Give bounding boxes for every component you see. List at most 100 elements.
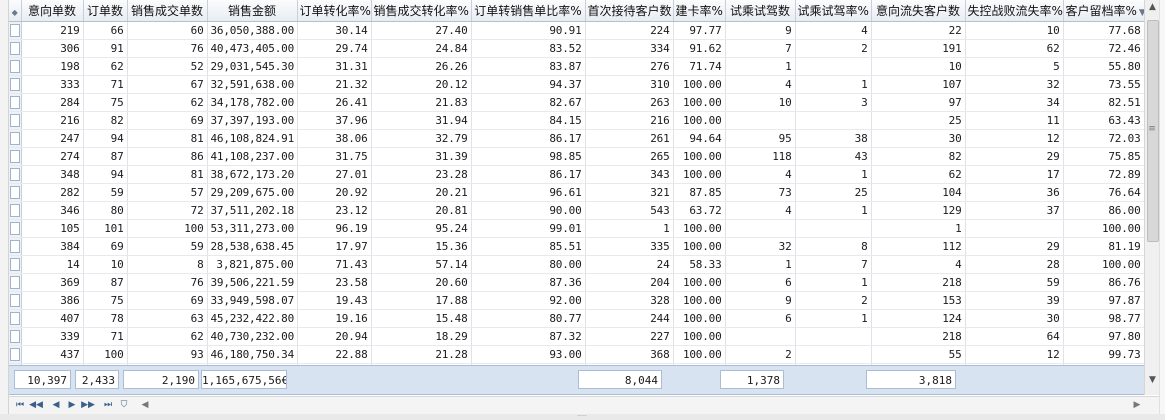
table-cell[interactable]: 216	[21, 111, 84, 130]
table-cell[interactable]: 339	[21, 327, 84, 346]
table-cell[interactable]: 129	[871, 201, 966, 220]
table-cell[interactable]: 4	[725, 75, 796, 94]
table-cell[interactable]: 75.85	[1063, 147, 1144, 166]
table-cell[interactable]: 76.64	[1063, 183, 1144, 202]
prev-page-icon[interactable]: ◀◀	[29, 398, 43, 413]
table-cell[interactable]: 81	[127, 165, 208, 184]
prev-record-icon[interactable]: ◀	[49, 398, 63, 413]
bottom-splitter-strip[interactable]: ·····	[0, 414, 1165, 420]
table-cell[interactable]: 93	[127, 345, 208, 364]
table-cell[interactable]: 73.55	[1063, 75, 1144, 94]
table-cell[interactable]: 71	[83, 75, 128, 94]
next-record-icon[interactable]: ▶	[65, 398, 79, 413]
table-cell[interactable]: 36,050,388.00	[207, 21, 298, 40]
table-cell[interactable]: 26.26	[371, 57, 472, 76]
table-cell[interactable]: 97.80	[1063, 327, 1144, 346]
table-cell[interactable]: 7	[795, 255, 872, 274]
table-cell[interactable]: 21.28	[371, 345, 472, 364]
table-cell[interactable]: 118	[725, 147, 796, 166]
table-cell[interactable]: 31.31	[297, 57, 372, 76]
table-cell[interactable]: 25	[871, 111, 966, 130]
table-cell[interactable]: 32,591,638.00	[207, 75, 298, 94]
table-cell[interactable]: 32	[725, 237, 796, 256]
table-cell[interactable]: 1	[725, 255, 796, 274]
table-cell[interactable]: 219	[21, 21, 84, 40]
table-cell[interactable]: 98.85	[471, 147, 586, 166]
table-cell[interactable]: 8	[127, 255, 208, 274]
row-indicator[interactable]	[9, 21, 22, 40]
table-cell[interactable]: 72.03	[1063, 129, 1144, 148]
table-cell[interactable]: 24	[585, 255, 674, 274]
table-cell[interactable]: 99.01	[471, 219, 586, 238]
table-cell[interactable]: 71.43	[297, 255, 372, 274]
column-header-4[interactable]: 订单转化率%	[297, 0, 372, 22]
table-cell[interactable]: 52	[127, 57, 208, 76]
table-row[interactable]: 386 75 69 33,949,598.07 19.43 17.88 92.00 328 10…	[9, 291, 1144, 310]
table-cell[interactable]: 76	[127, 39, 208, 58]
table-cell[interactable]: 1	[795, 309, 872, 328]
table-row[interactable]: 247 94 81 46,108,824.91 38.06 32.79 86.17 261 94…	[9, 129, 1144, 148]
table-cell[interactable]: 90.00	[471, 201, 586, 220]
table-cell[interactable]	[795, 57, 872, 76]
table-cell[interactable]: 10	[725, 93, 796, 112]
table-cell[interactable]: 71	[83, 327, 128, 346]
table-cell[interactable]: 59	[965, 273, 1064, 292]
table-cell[interactable]: 105	[21, 219, 84, 238]
table-cell[interactable]: 94.64	[673, 129, 726, 148]
table-cell[interactable]: 22.88	[297, 345, 372, 364]
table-cell[interactable]: 274	[21, 147, 84, 166]
table-cell[interactable]: 218	[871, 273, 966, 292]
table-row[interactable]: 369 87 76 39,506,221.59 23.58 20.60 87.36 204 10…	[9, 273, 1144, 292]
table-cell[interactable]: 29,209,675.00	[207, 183, 298, 202]
table-cell[interactable]: 59	[127, 237, 208, 256]
table-cell[interactable]: 37.96	[297, 111, 372, 130]
table-cell[interactable]: 276	[585, 57, 674, 76]
table-cell[interactable]: 21.83	[371, 93, 472, 112]
table-cell[interactable]: 7	[725, 39, 796, 58]
table-cell[interactable]: 23.58	[297, 273, 372, 292]
table-cell[interactable]: 38	[795, 129, 872, 148]
table-row[interactable]: 198 62 52 29,031,545.30 31.31 26.26 83.87 276 71…	[9, 57, 1144, 76]
table-cell[interactable]: 69	[127, 111, 208, 130]
next-page-icon[interactable]: ▶▶	[81, 398, 95, 413]
table-cell[interactable]: 80	[83, 201, 128, 220]
table-cell[interactable]: 437	[21, 345, 84, 364]
table-cell[interactable]: 78	[83, 309, 128, 328]
table-cell[interactable]: 81	[127, 129, 208, 148]
table-cell[interactable]: 28,538,638.45	[207, 237, 298, 256]
table-cell[interactable]: 100.00	[673, 111, 726, 130]
table-cell[interactable]: 384	[21, 237, 84, 256]
table-cell[interactable]: 2	[795, 291, 872, 310]
table-cell[interactable]: 3	[795, 93, 872, 112]
table-cell[interactable]: 100.00	[673, 327, 726, 346]
row-indicator[interactable]	[9, 273, 22, 292]
table-cell[interactable]: 96.19	[297, 219, 372, 238]
table-cell[interactable]: 100.00	[673, 309, 726, 328]
table-cell[interactable]: 191	[871, 39, 966, 58]
row-indicator[interactable]	[9, 147, 22, 166]
table-cell[interactable]	[795, 111, 872, 130]
table-cell[interactable]: 6	[725, 273, 796, 292]
table-cell[interactable]: 30	[871, 129, 966, 148]
table-cell[interactable]: 310	[585, 75, 674, 94]
column-header-3[interactable]: 销售金额	[207, 0, 298, 22]
table-cell[interactable]	[965, 219, 1064, 238]
table-cell[interactable]: 34,178,782.00	[207, 93, 298, 112]
table-cell[interactable]: 94	[83, 165, 128, 184]
table-cell[interactable]: 224	[585, 21, 674, 40]
table-cell[interactable]: 100.00	[1063, 219, 1144, 238]
table-cell[interactable]: 37	[965, 201, 1064, 220]
table-cell[interactable]: 1	[795, 273, 872, 292]
column-header-11[interactable]: 意向流失客户数	[871, 0, 966, 22]
table-cell[interactable]: 62	[83, 57, 128, 76]
table-cell[interactable]: 38,672,173.20	[207, 165, 298, 184]
row-indicator[interactable]	[9, 129, 22, 148]
table-cell[interactable]: 20.81	[371, 201, 472, 220]
table-cell[interactable]: 40,473,405.00	[207, 39, 298, 58]
table-row[interactable]: 333 71 67 32,591,638.00 21.32 20.12 94.37 310 10…	[9, 75, 1144, 94]
table-cell[interactable]: 64	[965, 327, 1064, 346]
table-row[interactable]: 284 75 62 34,178,782.00 26.41 21.83 82.67 263 10…	[9, 93, 1144, 112]
table-cell[interactable]: 82	[83, 111, 128, 130]
table-cell[interactable]: 63.72	[673, 201, 726, 220]
table-cell[interactable]: 21.32	[297, 75, 372, 94]
